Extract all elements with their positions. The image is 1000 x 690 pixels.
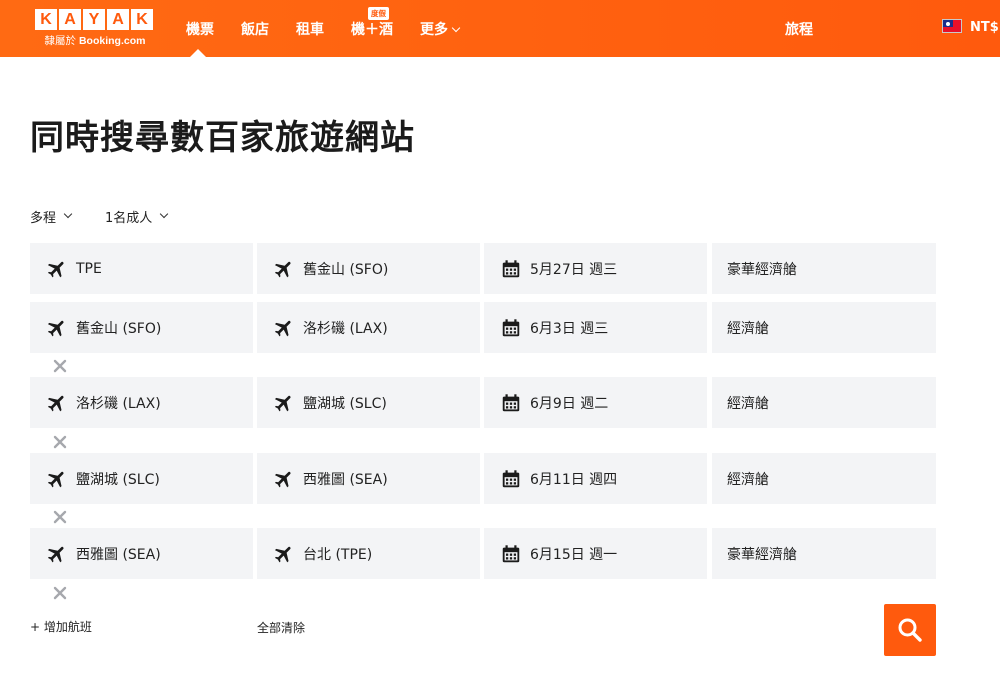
date-field[interactable]: 6月15日 週一 (484, 528, 707, 579)
flag-canton (943, 20, 953, 27)
nav-hotels[interactable]: 飯店 (241, 19, 269, 39)
destination-value: 台北 (TPE) (303, 546, 373, 563)
top-navigation-bar: K A Y A K 隸屬於 Booking.com 機票 飯店 租車 度假 機＋… (0, 0, 1000, 58)
active-tab-indicator (189, 49, 207, 58)
origin-field[interactable]: 西雅圖 (SEA) (30, 528, 253, 579)
flag-sun (946, 21, 950, 26)
flight-leg-row: TPE 舊金山 (SFO) 5月27日 週三 豪華經濟艙 (30, 243, 936, 294)
cabin-class-field[interactable]: 豪華經濟艙 (712, 243, 936, 294)
airplane-icon (46, 468, 68, 490)
cabin-class-value: 經濟艙 (727, 471, 769, 488)
airplane-icon (273, 317, 295, 339)
logo-letters: K A Y A K (35, 9, 155, 30)
cabin-class-value: 經濟艙 (727, 395, 769, 412)
chevron-down-icon (451, 23, 461, 33)
date-value: 6月9日 週二 (530, 395, 609, 412)
destination-value: 西雅圖 (SEA) (303, 471, 388, 488)
calendar-icon (500, 258, 522, 280)
add-flight-button[interactable]: + 增加航班 (30, 618, 92, 635)
logo-letter: A (107, 9, 129, 30)
flight-leg-row: 舊金山 (SFO) 洛杉磯 (LAX) 6月3日 週三 經濟艙 (30, 302, 936, 353)
nav-trips[interactable]: 旅程 (785, 19, 813, 39)
nav-flights[interactable]: 機票 (186, 19, 214, 39)
travelers-label: 1名成人 (105, 211, 153, 226)
origin-field[interactable]: 舊金山 (SFO) (30, 302, 253, 353)
destination-value: 洛杉磯 (LAX) (303, 320, 388, 337)
airplane-icon (273, 543, 295, 565)
cabin-class-field[interactable]: 經濟艙 (712, 377, 936, 428)
flight-leg-row: 鹽湖城 (SLC) 西雅圖 (SEA) 6月11日 週四 經濟艙 (30, 453, 936, 504)
clear-all-button[interactable]: 全部清除 (257, 619, 305, 636)
date-field[interactable]: 5月27日 週三 (484, 243, 707, 294)
trip-type-label: 多程 (30, 211, 57, 226)
origin-field[interactable]: 鹽湖城 (SLC) (30, 453, 253, 504)
remove-flight-close-icon[interactable] (52, 585, 68, 601)
cabin-class-field[interactable]: 經濟艙 (712, 302, 936, 353)
kayak-logo[interactable]: K A Y A K 隸屬於 Booking.com (35, 9, 155, 48)
remove-flight-close-icon[interactable] (52, 509, 68, 525)
airplane-icon (273, 258, 295, 280)
airplane-icon (46, 258, 68, 280)
origin-value: TPE (76, 260, 102, 277)
logo-letter: K (35, 9, 57, 30)
calendar-icon (500, 317, 522, 339)
origin-field[interactable]: TPE (30, 243, 253, 294)
logo-subtitle-brand: Booking.com (78, 35, 146, 47)
taiwan-flag-icon[interactable] (942, 19, 962, 33)
airplane-icon (46, 392, 68, 414)
flight-leg-row: 洛杉磯 (LAX) 鹽湖城 (SLC) 6月9日 週二 經濟艙 (30, 377, 936, 428)
cabin-class-value: 經濟艙 (727, 320, 769, 337)
date-value: 6月15日 週一 (530, 546, 618, 563)
nav-more[interactable]: 更多 (420, 19, 461, 39)
nav-more-label: 更多 (420, 22, 448, 38)
chevron-down-icon (160, 209, 169, 218)
cabin-class-value: 豪華經濟艙 (727, 546, 797, 563)
airplane-icon (273, 392, 295, 414)
page-title: 同時搜尋數百家旅遊網站 (30, 118, 415, 158)
destination-value: 舊金山 (SFO) (303, 261, 389, 278)
destination-field[interactable]: 鹽湖城 (SLC) (257, 377, 480, 428)
logo-subtitle-prefix: 隸屬於 (44, 35, 77, 47)
airplane-icon (273, 468, 295, 490)
currency-selector[interactable]: NT$ (970, 20, 999, 35)
remove-flight-close-icon[interactable] (52, 434, 68, 450)
remove-flight-close-icon[interactable] (52, 358, 68, 374)
origin-value: 洛杉磯 (LAX) (76, 395, 161, 412)
airplane-icon (46, 543, 68, 565)
nav-cars[interactable]: 租車 (296, 19, 324, 39)
origin-field[interactable]: 洛杉磯 (LAX) (30, 377, 253, 428)
destination-field[interactable]: 洛杉磯 (LAX) (257, 302, 480, 353)
logo-subtitle: 隸屬於 Booking.com (35, 33, 155, 48)
logo-letter: K (131, 9, 153, 30)
cabin-class-field[interactable]: 豪華經濟艙 (712, 528, 936, 579)
destination-field[interactable]: 台北 (TPE) (257, 528, 480, 579)
origin-value: 鹽湖城 (SLC) (76, 471, 160, 488)
origin-value: 西雅圖 (SEA) (76, 546, 161, 563)
calendar-icon (500, 392, 522, 414)
destination-field[interactable]: 西雅圖 (SEA) (257, 453, 480, 504)
date-value: 6月11日 週四 (530, 471, 618, 488)
date-value: 6月3日 週三 (530, 320, 609, 337)
logo-letter: Y (83, 9, 105, 30)
chevron-down-icon (63, 209, 73, 218)
airplane-icon (46, 317, 68, 339)
destination-field[interactable]: 舊金山 (SFO) (257, 243, 480, 294)
destination-value: 鹽湖城 (SLC) (303, 395, 387, 412)
search-icon (898, 618, 922, 642)
origin-value: 舊金山 (SFO) (76, 320, 162, 337)
calendar-icon (500, 543, 522, 565)
search-button[interactable] (884, 604, 936, 656)
cabin-class-field[interactable]: 經濟艙 (712, 453, 936, 504)
flight-leg-row: 西雅圖 (SEA) 台北 (TPE) 6月15日 週一 豪華經濟艙 (30, 528, 936, 579)
calendar-icon (500, 468, 522, 490)
date-value: 5月27日 週三 (530, 261, 618, 278)
date-field[interactable]: 6月11日 週四 (484, 453, 707, 504)
cabin-class-value: 豪華經濟艙 (727, 261, 797, 278)
trip-type-dropdown[interactable]: 多程 (30, 207, 73, 226)
date-field[interactable]: 6月9日 週二 (484, 377, 707, 428)
travelers-dropdown[interactable]: 1名成人 (105, 207, 169, 226)
logo-letter: A (59, 9, 81, 30)
nav-packages[interactable]: 機＋酒 (351, 19, 393, 39)
date-field[interactable]: 6月3日 週三 (484, 302, 707, 353)
